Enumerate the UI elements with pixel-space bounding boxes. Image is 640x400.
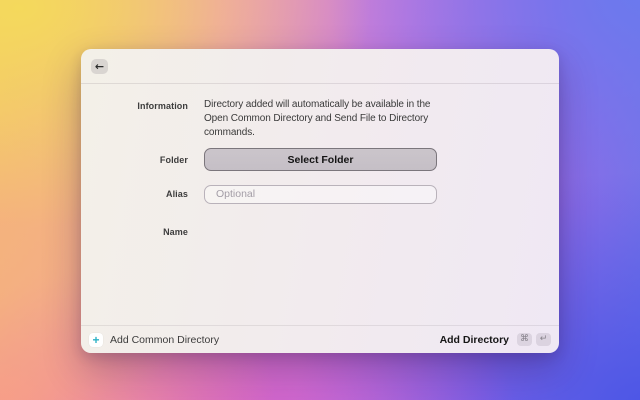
alias-label: Alias (165, 188, 188, 199)
add-directory-window: ← Information Directory added will autom… (81, 49, 559, 353)
folder-label: Folder (159, 154, 188, 165)
footer-bar: + Add Common Directory Add Directory ⌘ ↵ (81, 325, 559, 353)
back-button[interactable]: ← (91, 58, 108, 74)
alias-row: Alias (81, 184, 559, 204)
alias-input[interactable] (204, 184, 437, 204)
back-arrow-icon: ← (94, 59, 105, 73)
name-label: Name (163, 226, 188, 237)
add-directory-label: Add Directory (439, 333, 509, 346)
name-row: Name (81, 226, 559, 238)
add-directory-button[interactable]: Add Directory ⌘ ↵ (440, 333, 551, 346)
folder-row: Folder Select Folder (81, 148, 559, 171)
plus-icon: + (89, 332, 103, 347)
return-key-icon: ↵ (536, 333, 551, 346)
information-text: Directory added will automatically be av… (204, 99, 431, 138)
information-label: Information (137, 101, 188, 111)
information-row: Information Directory added will automat… (81, 99, 559, 140)
titlebar: ← (81, 49, 559, 84)
add-common-directory-label: Add Common Directory (110, 333, 220, 346)
command-key-icon: ⌘ (517, 333, 532, 346)
select-folder-button[interactable]: Select Folder (204, 148, 437, 171)
add-common-directory-button[interactable]: + Add Common Directory (89, 332, 220, 347)
form-content: Information Directory added will automat… (81, 84, 559, 325)
